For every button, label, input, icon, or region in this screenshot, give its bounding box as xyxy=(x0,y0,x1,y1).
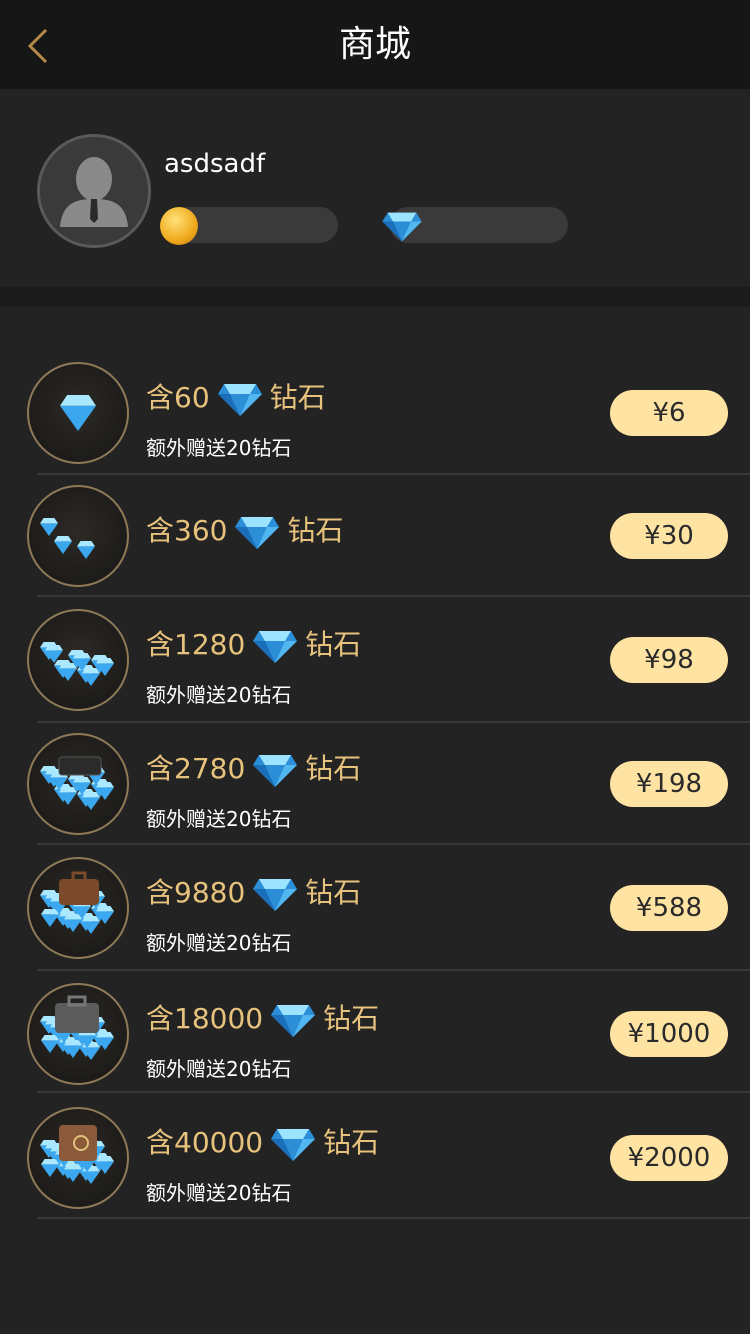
pack-thumbnail xyxy=(27,857,129,959)
username: asdsadf xyxy=(164,149,266,179)
price-button[interactable]: ¥198 xyxy=(610,761,728,807)
diamond-pile-icon xyxy=(60,395,96,431)
price-button[interactable]: ¥6 xyxy=(610,390,728,436)
diamond-icon xyxy=(251,627,299,665)
diamond-pile-icon xyxy=(40,1125,114,1184)
pack-unit: 钻石 xyxy=(323,1002,380,1035)
row-divider xyxy=(37,595,750,597)
diamond-icon xyxy=(269,1001,317,1039)
navigation-bar: 商城 xyxy=(0,0,750,89)
diamond-icon xyxy=(233,513,281,551)
diamond-icon xyxy=(382,212,422,242)
pack-title: 含18000 钻石 xyxy=(146,997,379,1039)
diamond-icon xyxy=(269,1125,317,1163)
pack-thumbnail xyxy=(27,733,129,835)
pack-title: 含40000 钻石 xyxy=(146,1121,379,1163)
avatar[interactable] xyxy=(37,134,151,248)
row-divider xyxy=(37,1217,750,1219)
pack-unit: 钻石 xyxy=(305,628,362,661)
diamond-icon xyxy=(251,751,299,789)
pack-title: 含360 钻石 xyxy=(146,509,343,551)
diamond-pile-icon xyxy=(40,871,114,934)
pack-bonus: 额外赠送20钻石 xyxy=(146,1057,292,1081)
diamond-pile-icon xyxy=(40,642,114,686)
price-button[interactable]: ¥30 xyxy=(610,513,728,559)
pack-amount: 含60 xyxy=(146,381,210,414)
pack-amount: 含18000 xyxy=(146,1002,264,1035)
diamond-icon xyxy=(216,380,264,418)
diamond-pile-icon xyxy=(40,518,95,559)
pack-unit: 钻石 xyxy=(323,1126,380,1159)
pack-amount: 含360 xyxy=(146,514,228,547)
row-divider xyxy=(37,843,750,845)
price-button[interactable]: ¥98 xyxy=(610,637,728,683)
pack-bonus: 额外赠送20钻石 xyxy=(146,807,292,831)
pack-thumbnail xyxy=(27,609,129,711)
pack-title: 含1280 钻石 xyxy=(146,623,361,665)
price-button[interactable]: ¥2000 xyxy=(610,1135,728,1181)
avatar-silhouette-icon xyxy=(40,137,148,245)
row-divider xyxy=(37,1091,750,1093)
row-divider xyxy=(37,721,750,723)
section-divider xyxy=(0,287,750,307)
pack-thumbnail xyxy=(27,1107,129,1209)
price-button[interactable]: ¥1000 xyxy=(610,1011,728,1057)
pack-thumbnail xyxy=(27,983,129,1085)
pack-title: 含9880 钻石 xyxy=(146,871,361,913)
row-divider xyxy=(37,473,750,475)
pack-thumbnail xyxy=(27,485,129,587)
pack-title: 含60 钻石 xyxy=(146,376,326,418)
pack-bonus: 额外赠送20钻石 xyxy=(146,436,292,460)
pack-unit: 钻石 xyxy=(305,876,362,909)
pack-amount: 含2780 xyxy=(146,752,246,785)
pack-amount: 含1280 xyxy=(146,628,246,661)
row-divider xyxy=(37,969,750,971)
price-button[interactable]: ¥588 xyxy=(610,885,728,931)
pack-bonus: 额外赠送20钻石 xyxy=(146,683,292,707)
pack-unit: 钻石 xyxy=(269,381,326,414)
pack-unit: 钻石 xyxy=(305,752,362,785)
pack-bonus: 额外赠送20钻石 xyxy=(146,931,292,955)
diamond-pile-icon xyxy=(40,756,114,810)
pack-bonus: 额外赠送20钻石 xyxy=(146,1181,292,1205)
diamond-icon xyxy=(251,875,299,913)
pack-unit: 钻石 xyxy=(287,514,344,547)
diamond-pile-icon xyxy=(40,995,114,1060)
pack-title: 含2780 钻石 xyxy=(146,747,361,789)
pack-thumbnail xyxy=(27,362,129,464)
pack-amount: 含40000 xyxy=(146,1126,264,1159)
pack-amount: 含9880 xyxy=(146,876,246,909)
coin-icon xyxy=(160,207,198,245)
page-title: 商城 xyxy=(338,24,411,65)
profile-panel: asdsadf xyxy=(0,89,750,287)
